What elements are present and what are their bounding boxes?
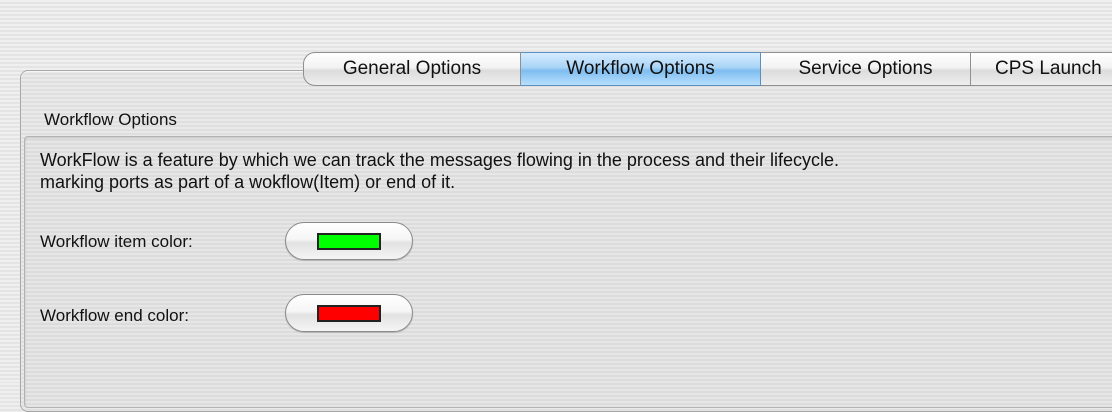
tab-strip: General Options Workflow Options Service… <box>303 52 1112 88</box>
description-line-1: WorkFlow is a feature by which we can tr… <box>40 150 840 170</box>
workflow-end-color-button[interactable] <box>285 294 413 332</box>
tab-service-options[interactable]: Service Options <box>761 52 971 86</box>
workflow-item-color-label: Workflow item color: <box>40 232 193 251</box>
group-title: Workflow Options <box>44 110 177 129</box>
workflow-end-color-swatch <box>317 304 381 322</box>
description-text: WorkFlow is a feature by which we can tr… <box>40 149 839 193</box>
workflow-end-color-label: Workflow end color: <box>40 306 189 325</box>
workflow-item-color-swatch <box>317 232 381 250</box>
tab-cps-launch[interactable]: CPS Launch <box>971 52 1112 86</box>
workflow-item-color-button[interactable] <box>285 222 413 260</box>
description-line-2: marking ports as part of a wokflow(Item)… <box>40 172 456 192</box>
tab-workflow-options[interactable]: Workflow Options <box>521 52 761 86</box>
tab-general-options[interactable]: General Options <box>303 52 521 86</box>
